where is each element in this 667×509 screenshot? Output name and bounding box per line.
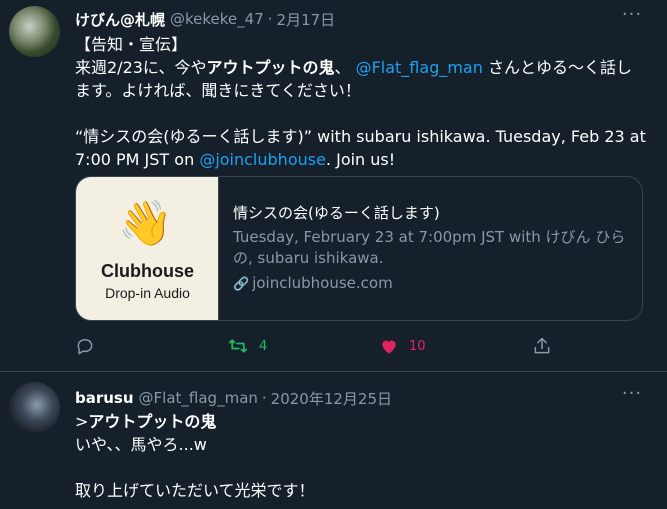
- text-fragment: 、: [334, 58, 351, 77]
- text-line: 7:00 PM JST on @joinclubhouse. Join us!: [75, 148, 645, 171]
- mention-link[interactable]: @Flat_flag_man: [356, 58, 483, 77]
- card-url: 🔗 joinclubhouse.com: [233, 273, 633, 295]
- text-line: 来週2/23に、今やアウトプットの鬼、 @Flat_flag_man さんとゆる…: [75, 56, 645, 79]
- like-button[interactable]: 10: [379, 333, 426, 359]
- link-icon: 🔗: [233, 277, 250, 292]
- card-text: 情シスの会(ゆるーく話します) Tuesday, February 23 at …: [233, 203, 633, 295]
- card-description: Tuesday, February 23 at 7:00pm JST with …: [233, 227, 633, 269]
- share-button[interactable]: [532, 333, 552, 359]
- card-desc-line: の, subaru ishikawa.: [233, 249, 384, 267]
- timestamp[interactable]: 2020年12月25日: [271, 388, 392, 409]
- tweet-actions: 4 10: [75, 333, 555, 359]
- waving-hand-icon: 👋: [118, 198, 173, 249]
- share-icon: [534, 337, 550, 354]
- more-options-icon[interactable]: ···: [617, 6, 647, 28]
- text-fragment: . Join us!: [325, 150, 396, 169]
- card-title: 情シスの会(ゆるーく話します): [233, 204, 440, 222]
- text-line: 取り上げていただいて光栄です！: [75, 481, 315, 500]
- separator: ·: [261, 389, 267, 407]
- text-fragment: 7:00 PM JST on: [75, 150, 200, 169]
- card-url-text: joinclubhouse.com: [252, 274, 393, 292]
- retweet-button[interactable]: 4: [227, 333, 267, 359]
- text-line: “情シスの会(ゆるーく話します)” with subaru ishikawa. …: [75, 127, 646, 146]
- user-handle[interactable]: @kekeke_47: [170, 10, 264, 28]
- more-options-icon[interactable]: ···: [617, 385, 647, 407]
- card-image-subtitle: Drop-in Audio: [105, 285, 190, 301]
- separator: ·: [267, 10, 273, 28]
- avatar[interactable]: [9, 382, 60, 433]
- reply-button[interactable]: [75, 333, 95, 359]
- text-line: ます。よければ、聞きにきてください！: [75, 81, 361, 100]
- retweet-count: 4: [259, 338, 268, 354]
- bold-text: アウトプットの鬼: [206, 58, 335, 77]
- tweet[interactable]: けびん@札幌 @kekeke_47 · 2月17日 ··· 【告知・宣伝】 来週…: [0, 0, 667, 372]
- display-name[interactable]: けびん@札幌: [75, 9, 165, 30]
- link-card[interactable]: 👋 Clubhouse Drop-in Audio 情シスの会(ゆるーく話します…: [75, 176, 643, 321]
- bold-text: アウトプットの鬼: [88, 412, 217, 431]
- display-name[interactable]: barusu: [75, 389, 134, 407]
- text-fragment: 来週2/23に、今や: [75, 58, 207, 77]
- tweet-text: 【告知・宣伝】 来週2/23に、今やアウトプットの鬼、 @Flat_flag_m…: [75, 33, 646, 171]
- retweet-icon: [228, 339, 248, 353]
- card-image: 👋 Clubhouse Drop-in Audio: [76, 177, 219, 320]
- user-handle[interactable]: @Flat_flag_man: [139, 389, 258, 407]
- tweet-header: barusu @Flat_flag_man · 2020年12月25日: [75, 387, 392, 409]
- avatar[interactable]: [9, 6, 60, 57]
- timestamp[interactable]: 2月17日: [277, 9, 336, 30]
- tweet-header: けびん@札幌 @kekeke_47 · 2月17日: [75, 8, 335, 30]
- card-desc-line: Tuesday, February 23 at 7:00pm JST with …: [233, 228, 626, 246]
- card-image-title: Clubhouse: [101, 261, 194, 281]
- text-fragment: さんとゆる〜く話し: [482, 58, 632, 77]
- text-line: >アウトプットの鬼: [75, 410, 645, 433]
- like-count: 10: [409, 338, 426, 354]
- tweet-text: >アウトプットの鬼 いや、、馬やろ...w 取り上げていただいて光栄です！: [75, 410, 645, 502]
- heart-icon: [382, 340, 396, 354]
- text-fragment: >: [75, 412, 89, 431]
- text-line: 【告知・宣伝】: [75, 35, 188, 54]
- text-line: いや、、馬やろ...w: [75, 435, 207, 454]
- mention-link[interactable]: @joinclubhouse: [199, 150, 326, 169]
- reply-icon: [77, 338, 93, 355]
